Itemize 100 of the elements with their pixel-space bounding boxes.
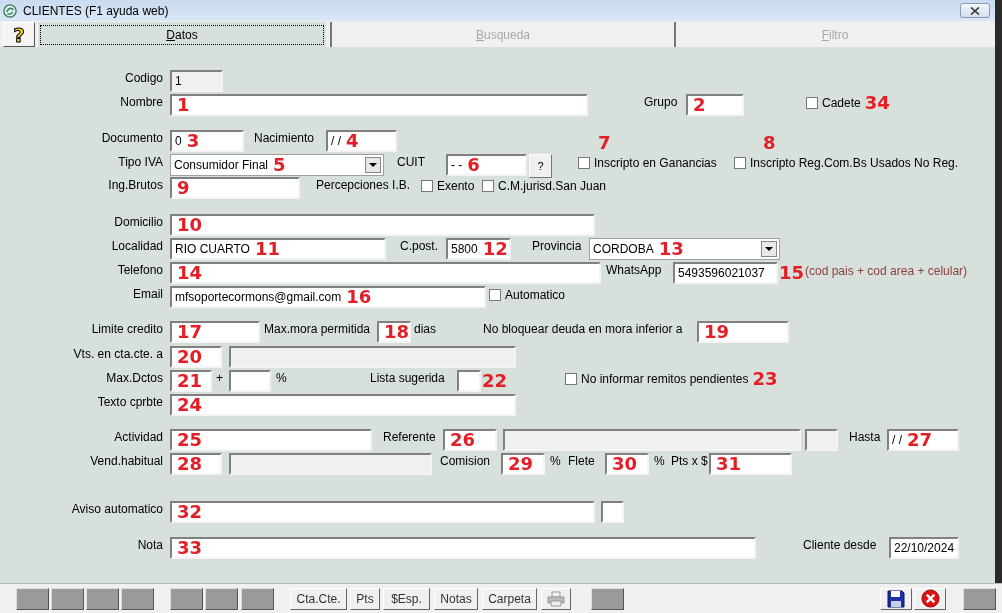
text-field[interactable]: 21	[170, 370, 212, 392]
field-label: Nombre	[119, 94, 163, 110]
toolbar-button[interactable]: Pts	[350, 587, 380, 610]
text-field[interactable]: 30	[605, 453, 649, 475]
toolbar-button[interactable]	[170, 587, 203, 610]
checkbox[interactable]	[578, 157, 590, 169]
field-label: No bloquear deuda en mora inferior a	[483, 321, 684, 337]
text-field[interactable]: 22/10/2024	[889, 537, 959, 559]
toolbar-button[interactable]	[963, 587, 996, 610]
field-label: %	[550, 453, 560, 469]
toolbar-button[interactable]	[121, 587, 154, 610]
checkbox[interactable]	[734, 157, 746, 169]
text-field[interactable]	[503, 429, 801, 451]
annotation-number: 33	[177, 539, 203, 557]
annotation-number: 18	[384, 323, 410, 341]
annotation-number: 31	[716, 455, 742, 473]
checkbox[interactable]	[565, 373, 577, 385]
annotation-number: 11	[254, 240, 280, 258]
text-field[interactable]: mfsoportecormons@gmail.com 16	[170, 286, 486, 308]
toolbar-button[interactable]: Notas	[434, 587, 478, 610]
text-field[interactable]	[229, 346, 516, 368]
text-field[interactable]	[457, 370, 481, 392]
field-label: Domicilio	[113, 214, 163, 230]
text-field[interactable]: 2	[686, 94, 744, 116]
checkbox[interactable]	[421, 180, 433, 192]
text-field[interactable]: 14	[170, 262, 601, 284]
annotation-number: 29	[508, 455, 534, 473]
annotation-number: 19	[704, 323, 730, 341]
annotation-number: 25	[177, 431, 203, 449]
tab[interactable]: Datos	[37, 22, 326, 47]
printer-icon	[547, 590, 565, 607]
checkbox-label: No informar remitos pendientes	[581, 371, 749, 387]
toolbar-button[interactable]: Cta.Cte.	[290, 587, 347, 610]
text-field[interactable]: 25	[170, 429, 372, 451]
text-field[interactable]	[229, 453, 432, 475]
lookup-button[interactable]: ?	[529, 154, 552, 178]
field-label: WhatsApp	[606, 262, 663, 278]
field-label: Actividad	[113, 429, 163, 445]
field-label: Telefono	[116, 262, 163, 278]
toolbar-button[interactable]: $Esp.	[383, 587, 430, 610]
toolbar-button[interactable]: Carpeta	[482, 587, 537, 610]
toolbar-button[interactable]	[51, 587, 84, 610]
field-label: Max.Dctos	[105, 370, 163, 386]
text-field[interactable]: - - 6	[446, 154, 527, 176]
field-label: Nacimiento	[254, 130, 316, 146]
text-field[interactable]	[601, 501, 624, 523]
text-field[interactable]: 29	[501, 453, 545, 475]
dropdown-field[interactable]: CORDOBA 13	[589, 238, 780, 260]
checkbox[interactable]	[482, 180, 494, 192]
field-label: Codigo	[123, 70, 163, 86]
dropdown-field[interactable]: Consumidor Final 5	[170, 154, 384, 176]
text-field[interactable]: 5800 12	[446, 238, 511, 260]
dropdown-button[interactable]	[761, 241, 777, 257]
field-label: CUIT	[397, 154, 426, 170]
annotation-number: 4	[346, 132, 359, 150]
text-field[interactable]: 9	[170, 177, 300, 199]
checkbox-label: Automatico	[505, 287, 566, 303]
text-field[interactable]: RIO CUARTO 11	[170, 238, 386, 260]
text-field[interactable]: 24	[170, 394, 516, 416]
toolbar-button[interactable]	[205, 587, 238, 610]
close-icon	[970, 6, 980, 15]
annotation-number: 10	[177, 216, 203, 234]
text-field[interactable]: 1	[170, 94, 588, 116]
toolbar-button[interactable]	[591, 587, 624, 610]
close-button[interactable]	[960, 3, 990, 18]
toolbar-button[interactable]	[16, 587, 49, 610]
text-field[interactable]: 32	[170, 501, 595, 523]
text-field[interactable]: 20	[170, 346, 222, 368]
window-title: CLIENTES (F1 ayuda web)	[23, 3, 169, 18]
text-field[interactable]: 0 3	[170, 130, 244, 152]
text-field[interactable]: 10	[170, 214, 595, 236]
annotation-number: 16	[346, 288, 372, 306]
text-field[interactable]: 31	[709, 453, 792, 475]
annotation-number: 34	[864, 94, 890, 112]
text-field[interactable]: 17	[170, 321, 260, 343]
text-field[interactable]	[229, 370, 271, 392]
text-field[interactable]: 28	[170, 453, 222, 475]
field-label: Ing.Brutos	[107, 177, 163, 193]
text-field[interactable]: / / 4	[326, 130, 397, 152]
checkbox[interactable]	[489, 289, 501, 301]
text-field[interactable]: 26	[443, 429, 497, 451]
checkbox-label: Inscripto en Ganancias	[594, 155, 717, 171]
annotation-number: 28	[177, 455, 203, 473]
text-field[interactable]: 5493596021037	[673, 262, 778, 284]
toolbar-button[interactable]	[241, 587, 274, 610]
text-field[interactable]: 1	[170, 70, 223, 92]
text-field[interactable]	[805, 429, 838, 451]
dropdown-button[interactable]	[365, 157, 381, 173]
app-icon	[3, 3, 17, 18]
text-field[interactable]: 18	[377, 321, 411, 343]
text-field[interactable]: / / 27	[887, 429, 959, 451]
field-label: %	[654, 453, 664, 469]
text-field[interactable]: 33	[170, 537, 756, 559]
checkbox[interactable]	[806, 97, 818, 109]
annotation-number: 32	[177, 503, 203, 521]
toolbar-button[interactable]	[86, 587, 119, 610]
field-label: Referente	[383, 429, 437, 445]
text-field[interactable]: 19	[697, 321, 789, 343]
field-label: Grupo	[644, 94, 679, 110]
field-label: Pts x $	[671, 453, 709, 469]
